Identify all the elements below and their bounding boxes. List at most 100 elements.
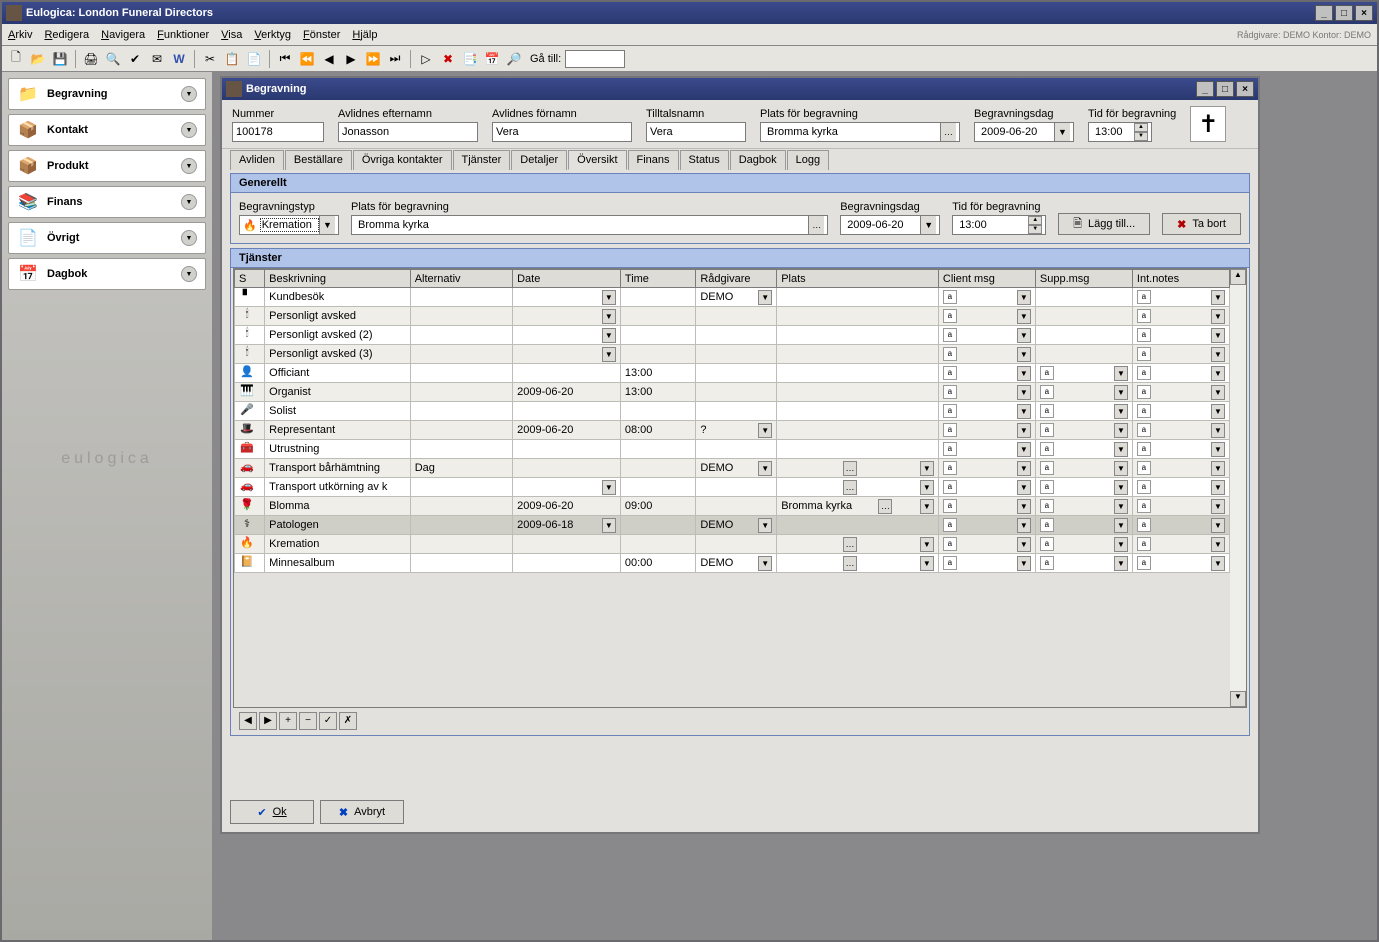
alt-cell[interactable] [410, 288, 512, 307]
document-icon[interactable]: a [943, 385, 957, 399]
time-cell[interactable] [620, 516, 695, 535]
radgivare-cell[interactable] [696, 307, 777, 326]
mail-icon[interactable]: ✉ [147, 49, 167, 69]
table-row[interactable]: 📔Minnesalbum00:00DEMO▼…▼a▼a▼a▼ [235, 554, 1230, 573]
date-cell[interactable] [513, 459, 621, 478]
plats-dots-icon[interactable]: … [808, 216, 824, 234]
chevron-down-icon[interactable]: ▼ [1017, 499, 1031, 514]
chevron-down-icon[interactable]: ▼ [1114, 556, 1128, 571]
document-icon[interactable]: a [943, 499, 957, 513]
icon-cell[interactable]: 👤 [235, 364, 265, 383]
document-icon[interactable]: a [943, 461, 957, 475]
nav-remove-icon[interactable]: − [299, 712, 317, 730]
cut-icon[interactable]: ✂ [200, 49, 220, 69]
time-cell[interactable] [620, 402, 695, 421]
radgivare-cell[interactable] [696, 497, 777, 516]
radgivare-cell[interactable]: DEMO▼ [696, 459, 777, 478]
column-header[interactable]: S [235, 270, 265, 288]
intnotes-cell[interactable]: a▼ [1132, 383, 1229, 402]
dots-icon[interactable]: … [843, 556, 857, 571]
document-icon[interactable]: a [1040, 518, 1054, 532]
chevron-down-icon[interactable]: ▼ [1017, 423, 1031, 438]
icon-cell[interactable]: 🚗 [235, 459, 265, 478]
radgivare-cell[interactable] [696, 345, 777, 364]
clientmsg-cell[interactable]: a▼ [938, 459, 1035, 478]
prev-icon[interactable]: ◀ [319, 49, 339, 69]
radgivare-cell[interactable] [696, 535, 777, 554]
time-cell[interactable]: 13:00 [620, 364, 695, 383]
tab-tjänster[interactable]: Tjänster [453, 150, 511, 170]
chevron-down-icon[interactable]: ▼ [1114, 480, 1128, 495]
chevron-down-icon[interactable]: ▼ [1211, 366, 1225, 381]
document-icon[interactable]: a [1040, 480, 1054, 494]
chevron-down-icon[interactable]: ▼ [602, 480, 616, 495]
chevron-down-icon[interactable]: ▼ [602, 347, 616, 362]
alt-cell[interactable] [410, 516, 512, 535]
chevron-down-icon[interactable]: ▼ [602, 518, 616, 533]
chevron-down-icon[interactable]: ▼ [1211, 518, 1225, 533]
icon-cell[interactable]: 🧰 [235, 440, 265, 459]
intnotes-cell[interactable]: a▼ [1132, 326, 1229, 345]
suppmsg-cell[interactable]: a▼ [1035, 440, 1132, 459]
chevron-down-icon[interactable]: ▼ [758, 461, 772, 476]
calendar-icon[interactable]: 📅 [482, 49, 502, 69]
mdi-maximize-button[interactable]: □ [1216, 81, 1234, 97]
intnotes-cell[interactable]: a▼ [1132, 345, 1229, 364]
time-cell[interactable] [620, 326, 695, 345]
maximize-button[interactable]: □ [1335, 5, 1353, 21]
nav-prev-icon[interactable]: ◀ [239, 712, 257, 730]
chevron-down-icon[interactable]: ▼ [1114, 385, 1128, 400]
chevron-down-icon[interactable]: ▼ [1114, 442, 1128, 457]
chevron-down-icon[interactable]: ▼ [1211, 290, 1225, 305]
icon-cell[interactable]: 🚗 [235, 478, 265, 497]
chevron-down-icon[interactable]: ▼ [1114, 404, 1128, 419]
alt-cell[interactable] [410, 364, 512, 383]
clientmsg-cell[interactable]: a▼ [938, 535, 1035, 554]
clientmsg-cell[interactable]: a▼ [938, 516, 1035, 535]
document-icon[interactable]: a [943, 423, 957, 437]
desc-cell[interactable]: Personligt avsked (3) [265, 345, 411, 364]
chevron-down-icon[interactable]: ▼ [1017, 442, 1031, 457]
gen-tid-spinner[interactable]: 13:00▲▼ [952, 215, 1046, 235]
radgivare-cell[interactable] [696, 326, 777, 345]
time-cell[interactable] [620, 535, 695, 554]
desc-cell[interactable]: Transport bårhämtning [265, 459, 411, 478]
document-icon[interactable]: a [1137, 499, 1151, 513]
column-header[interactable]: Time [620, 270, 695, 288]
icon-cell[interactable]: 🌹 [235, 497, 265, 516]
spin-down-icon[interactable]: ▼ [1028, 225, 1042, 234]
desc-cell[interactable]: Utrustning [265, 440, 411, 459]
clientmsg-cell[interactable]: a▼ [938, 383, 1035, 402]
suppmsg-cell[interactable]: a▼ [1035, 497, 1132, 516]
chevron-down-icon[interactable]: ▼ [181, 194, 197, 210]
clientmsg-cell[interactable]: a▼ [938, 497, 1035, 516]
document-icon[interactable]: a [943, 290, 957, 304]
sidebar-item-finans[interactable]: 📚Finans▼ [8, 186, 206, 218]
desc-cell[interactable]: Kundbesök [265, 288, 411, 307]
column-header[interactable]: Int.notes [1132, 270, 1229, 288]
radgivare-cell[interactable] [696, 440, 777, 459]
chevron-down-icon[interactable]: ▼ [181, 86, 197, 102]
chevron-down-icon[interactable]: ▼ [1017, 347, 1031, 362]
document-icon[interactable]: a [1137, 328, 1151, 342]
nummer-input[interactable] [232, 122, 324, 142]
clientmsg-cell[interactable]: a▼ [938, 478, 1035, 497]
chevron-down-icon[interactable]: ▼ [1017, 309, 1031, 324]
suppmsg-cell[interactable] [1035, 307, 1132, 326]
tilltal-input[interactable] [646, 122, 746, 142]
delete-icon[interactable]: ✖ [438, 49, 458, 69]
menu-fonster[interactable]: Fönster [303, 29, 340, 41]
document-icon[interactable]: a [1137, 423, 1151, 437]
mdi-minimize-button[interactable]: _ [1196, 81, 1214, 97]
plats-cell[interactable] [777, 440, 939, 459]
intnotes-cell[interactable]: a▼ [1132, 554, 1229, 573]
document-icon[interactable]: a [1040, 404, 1054, 418]
table-row[interactable]: 🕯Personligt avsked (2)▼a▼a▼ [235, 326, 1230, 345]
plats-cell[interactable] [777, 421, 939, 440]
chevron-down-icon[interactable]: ▼ [1017, 404, 1031, 419]
chevron-down-icon[interactable]: ▼ [920, 461, 934, 476]
ok-button[interactable]: ✔Ok [230, 800, 314, 824]
dots-icon[interactable]: … [843, 480, 857, 495]
table-row[interactable]: 🎩Representant2009-06-2008:00?▼a▼a▼a▼ [235, 421, 1230, 440]
chevron-down-icon[interactable]: ▼ [1211, 461, 1225, 476]
